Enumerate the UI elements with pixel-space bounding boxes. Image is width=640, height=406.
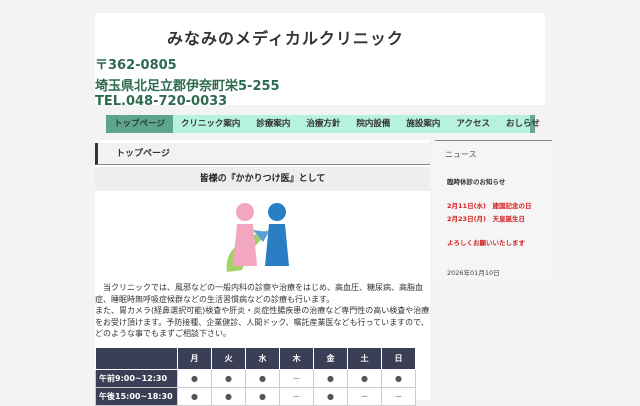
cell: ● [381, 369, 416, 388]
cell: ● [347, 369, 382, 388]
row-label: 午後15:00~18:30 [95, 387, 178, 406]
nav-equipment[interactable]: 院内設備 [348, 115, 398, 133]
cell: ● [177, 387, 212, 406]
cell: － [279, 387, 314, 406]
news-title[interactable]: 臨時休診のお知らせ [435, 176, 552, 186]
intro-paragraph-2: また、胃カメラ(経鼻選択可能)検査や肝炎・炎症性腸疾患の治療など専門性の高い検査… [95, 306, 430, 338]
nav-facility[interactable]: 施設案内 [398, 115, 448, 133]
nav-access[interactable]: アクセス [448, 115, 498, 133]
day-header: 火 [211, 347, 246, 370]
cell: － [347, 387, 382, 406]
intro-paragraph-1: 当クリニックでは、風邪などの一般内科の診察や治療をはじめ、高血圧、糖尿病、高脂血… [95, 283, 423, 304]
day-header: 月 [177, 347, 212, 370]
page-title: トップページ [95, 143, 430, 165]
schedule-table: 月 火 水 木 金 土 日 午前9:00~12:30 ● ● ● － ● ● ● 午後15:… [95, 347, 416, 406]
news-line-1: 2月11日(水) 建国記念の日 [447, 202, 532, 210]
day-header: 土 [347, 347, 382, 370]
nav-news[interactable]: おしらせ [498, 115, 548, 133]
nav-top[interactable]: トップページ [106, 115, 173, 133]
cell: ● [177, 369, 212, 388]
cell: ● [245, 369, 280, 388]
row-label: 午前9:00~12:30 [95, 369, 178, 388]
main-content: トップページ 皆様の『かかりつけ医』として 当クリニックでは、風邪などの一般内科… [95, 140, 430, 406]
nav-policy[interactable]: 治療方針 [298, 115, 348, 133]
nav-clinic[interactable]: クリニック案内 [173, 115, 249, 133]
news-heading: ニュース [435, 140, 552, 168]
subtitle: 皆様の『かかりつけ医』として [95, 167, 430, 191]
news-line-3: よろしくお願いいたします [447, 239, 525, 247]
table-row: 午後15:00~18:30 ● ● ● － ● －－ [95, 387, 416, 406]
cell: ● [211, 387, 246, 406]
news-date: 2026年01月10日 [447, 269, 500, 277]
cell: － [381, 387, 416, 406]
day-header: 日 [381, 347, 416, 370]
site-header: みなみのメディカルクリニック 〒362-0805 埼玉県北足立郡伊奈町栄5-25… [95, 13, 545, 109]
intro-text: 当クリニックでは、風邪などの一般内科の診察や治療をはじめ、高血圧、糖尿病、高脂血… [95, 282, 430, 340]
address: 埼玉県北足立郡伊奈町栄5-255 [95, 79, 280, 94]
table-row: 午前9:00~12:30 ● ● ● － ● ● ● [95, 369, 416, 388]
day-header: 金 [313, 347, 348, 370]
cell: ● [313, 369, 348, 388]
cell: ● [245, 387, 280, 406]
phone: TEL.048-720-0033 [95, 94, 228, 109]
cell: ● [313, 387, 348, 406]
day-header: 水 [245, 347, 280, 370]
clinic-logo [197, 200, 327, 280]
main-nav: トップページ クリニック案内 診療案内 治療方針 院内設備 施設案内 アクセス … [106, 115, 540, 133]
cell: － [279, 369, 314, 388]
postal-code: 〒362-0805 [95, 58, 177, 73]
cell: ● [211, 369, 246, 388]
news-sidebar: ニュース 臨時休診のお知らせ 2月11日(水) 建国記念の日 2月23日(月) … [435, 140, 552, 280]
day-header: 木 [279, 347, 314, 370]
site-title[interactable]: みなみのメディカルクリニック [167, 25, 404, 49]
nav-services[interactable]: 診療案内 [248, 115, 298, 133]
news-line-2: 2月23日(月) 天皇誕生日 [447, 215, 526, 223]
